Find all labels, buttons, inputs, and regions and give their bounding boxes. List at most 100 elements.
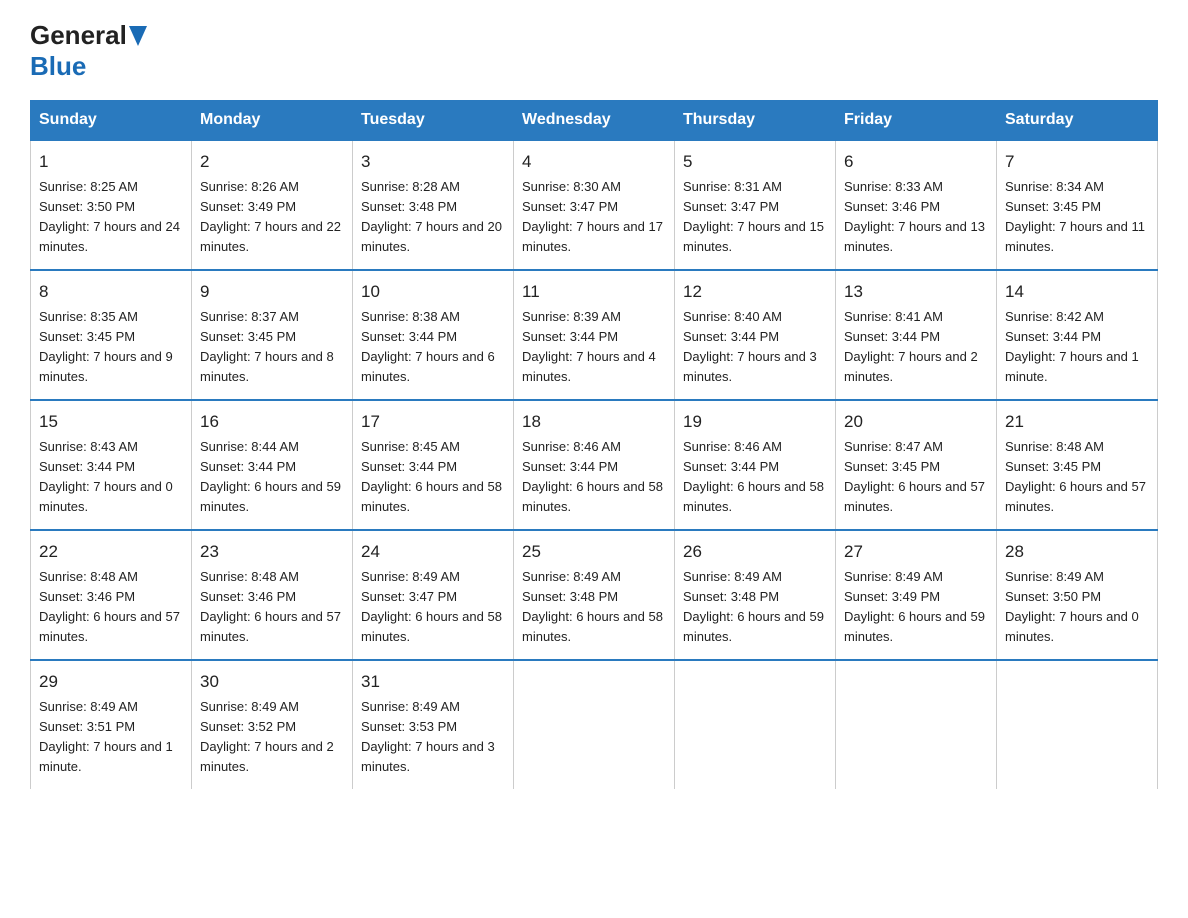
day-number: 5 <box>683 149 827 175</box>
calendar-cell: 14 Sunrise: 8:42 AMSunset: 3:44 PMDayligh… <box>997 270 1158 400</box>
calendar-cell: 18 Sunrise: 8:46 AMSunset: 3:44 PMDayligh… <box>514 400 675 530</box>
logo: General Blue <box>30 20 147 82</box>
logo-general-text: General <box>30 20 127 51</box>
week-row-1: 1Sunrise: 8:25 AMSunset: 3:50 PMDaylight… <box>31 140 1158 270</box>
day-number: 30 <box>200 669 344 695</box>
calendar-cell: 20 Sunrise: 8:47 AMSunset: 3:45 PMDayligh… <box>836 400 997 530</box>
day-info: Sunrise: 8:37 AMSunset: 3:45 PMDaylight:… <box>200 309 334 384</box>
calendar-cell: 12Sunrise: 8:40 AMSunset: 3:44 PMDayligh… <box>675 270 836 400</box>
weekday-header-thursday: Thursday <box>675 101 836 141</box>
day-info: Sunrise: 8:33 AMSunset: 3:46 PMDaylight:… <box>844 179 985 254</box>
day-number: 26 <box>683 539 827 565</box>
calendar-cell <box>675 660 836 789</box>
page-header: General Blue <box>30 20 1158 82</box>
calendar-cell <box>836 660 997 789</box>
day-number: 2 <box>200 149 344 175</box>
calendar-cell: 21 Sunrise: 8:48 AMSunset: 3:45 PMDayligh… <box>997 400 1158 530</box>
day-number: 7 <box>1005 149 1149 175</box>
calendar-cell: 28 Sunrise: 8:49 AMSunset: 3:50 PMDayligh… <box>997 530 1158 660</box>
calendar-cell: 4Sunrise: 8:30 AMSunset: 3:47 PMDaylight… <box>514 140 675 270</box>
day-number: 15 <box>39 409 183 435</box>
day-info: Sunrise: 8:26 AMSunset: 3:49 PMDaylight:… <box>200 179 341 254</box>
day-number: 14 <box>1005 279 1149 305</box>
week-row-3: 15 Sunrise: 8:43 AMSunset: 3:44 PMDayligh… <box>31 400 1158 530</box>
calendar-cell: 5 Sunrise: 8:31 AMSunset: 3:47 PMDaylight… <box>675 140 836 270</box>
day-info: Sunrise: 8:49 AMSunset: 3:51 PMDaylight:… <box>39 699 173 774</box>
calendar-cell: 27 Sunrise: 8:49 AMSunset: 3:49 PMDayligh… <box>836 530 997 660</box>
calendar-cell: 22 Sunrise: 8:48 AMSunset: 3:46 PMDayligh… <box>31 530 192 660</box>
day-number: 6 <box>844 149 988 175</box>
calendar-cell: 31Sunrise: 8:49 AMSunset: 3:53 PMDayligh… <box>353 660 514 789</box>
calendar-cell: 30 Sunrise: 8:49 AMSunset: 3:52 PMDayligh… <box>192 660 353 789</box>
day-info: Sunrise: 8:49 AMSunset: 3:48 PMDaylight:… <box>683 569 824 644</box>
day-info: Sunrise: 8:41 AMSunset: 3:44 PMDaylight:… <box>844 309 978 384</box>
day-info: Sunrise: 8:49 AMSunset: 3:52 PMDaylight:… <box>200 699 334 774</box>
calendar-cell: 16 Sunrise: 8:44 AMSunset: 3:44 PMDayligh… <box>192 400 353 530</box>
day-number: 29 <box>39 669 183 695</box>
logo-blue-text: Blue <box>30 51 86 82</box>
calendar-cell: 1Sunrise: 8:25 AMSunset: 3:50 PMDaylight… <box>31 140 192 270</box>
day-number: 27 <box>844 539 988 565</box>
day-number: 19 <box>683 409 827 435</box>
day-number: 10 <box>361 279 505 305</box>
calendar-cell: 23 Sunrise: 8:48 AMSunset: 3:46 PMDayligh… <box>192 530 353 660</box>
week-row-4: 22 Sunrise: 8:48 AMSunset: 3:46 PMDayligh… <box>31 530 1158 660</box>
calendar-cell <box>997 660 1158 789</box>
day-info: Sunrise: 8:49 AMSunset: 3:49 PMDaylight:… <box>844 569 985 644</box>
day-info: Sunrise: 8:42 AMSunset: 3:44 PMDaylight:… <box>1005 309 1139 384</box>
weekday-header-tuesday: Tuesday <box>353 101 514 141</box>
calendar-cell: 19Sunrise: 8:46 AMSunset: 3:44 PMDayligh… <box>675 400 836 530</box>
day-number: 21 <box>1005 409 1149 435</box>
calendar-cell: 8Sunrise: 8:35 AMSunset: 3:45 PMDaylight… <box>31 270 192 400</box>
day-number: 9 <box>200 279 344 305</box>
day-info: Sunrise: 8:49 AMSunset: 3:50 PMDaylight:… <box>1005 569 1139 644</box>
calendar-cell <box>514 660 675 789</box>
calendar-cell: 29 Sunrise: 8:49 AMSunset: 3:51 PMDayligh… <box>31 660 192 789</box>
weekday-header-wednesday: Wednesday <box>514 101 675 141</box>
day-number: 25 <box>522 539 666 565</box>
week-row-5: 29 Sunrise: 8:49 AMSunset: 3:51 PMDayligh… <box>31 660 1158 789</box>
day-info: Sunrise: 8:45 AMSunset: 3:44 PMDaylight:… <box>361 439 502 514</box>
day-info: Sunrise: 8:43 AMSunset: 3:44 PMDaylight:… <box>39 439 173 514</box>
day-info: Sunrise: 8:49 AMSunset: 3:48 PMDaylight:… <box>522 569 663 644</box>
day-number: 11 <box>522 279 666 305</box>
day-info: Sunrise: 8:40 AMSunset: 3:44 PMDaylight:… <box>683 309 817 384</box>
day-number: 23 <box>200 539 344 565</box>
day-number: 28 <box>1005 539 1149 565</box>
day-number: 4 <box>522 149 666 175</box>
calendar-cell: 9 Sunrise: 8:37 AMSunset: 3:45 PMDaylight… <box>192 270 353 400</box>
day-number: 22 <box>39 539 183 565</box>
day-number: 16 <box>200 409 344 435</box>
day-number: 17 <box>361 409 505 435</box>
day-number: 31 <box>361 669 505 695</box>
day-info: Sunrise: 8:44 AMSunset: 3:44 PMDaylight:… <box>200 439 341 514</box>
day-number: 24 <box>361 539 505 565</box>
day-number: 8 <box>39 279 183 305</box>
day-info: Sunrise: 8:48 AMSunset: 3:45 PMDaylight:… <box>1005 439 1146 514</box>
weekday-header-sunday: Sunday <box>31 101 192 141</box>
calendar-cell: 13 Sunrise: 8:41 AMSunset: 3:44 PMDayligh… <box>836 270 997 400</box>
day-info: Sunrise: 8:48 AMSunset: 3:46 PMDaylight:… <box>39 569 180 644</box>
weekday-header-row: SundayMondayTuesdayWednesdayThursdayFrid… <box>31 101 1158 141</box>
calendar-table: SundayMondayTuesdayWednesdayThursdayFrid… <box>30 100 1158 789</box>
calendar-cell: 15 Sunrise: 8:43 AMSunset: 3:44 PMDayligh… <box>31 400 192 530</box>
calendar-cell: 17 Sunrise: 8:45 AMSunset: 3:44 PMDayligh… <box>353 400 514 530</box>
day-number: 20 <box>844 409 988 435</box>
day-info: Sunrise: 8:39 AMSunset: 3:44 PMDaylight:… <box>522 309 656 384</box>
day-info: Sunrise: 8:49 AMSunset: 3:47 PMDaylight:… <box>361 569 502 644</box>
day-number: 18 <box>522 409 666 435</box>
day-info: Sunrise: 8:47 AMSunset: 3:45 PMDaylight:… <box>844 439 985 514</box>
week-row-2: 8Sunrise: 8:35 AMSunset: 3:45 PMDaylight… <box>31 270 1158 400</box>
day-info: Sunrise: 8:38 AMSunset: 3:44 PMDaylight:… <box>361 309 495 384</box>
day-number: 13 <box>844 279 988 305</box>
calendar-cell: 26 Sunrise: 8:49 AMSunset: 3:48 PMDayligh… <box>675 530 836 660</box>
weekday-header-monday: Monday <box>192 101 353 141</box>
logo-arrow-icon <box>129 26 147 48</box>
day-number: 3 <box>361 149 505 175</box>
day-info: Sunrise: 8:46 AMSunset: 3:44 PMDaylight:… <box>522 439 663 514</box>
calendar-cell: 6 Sunrise: 8:33 AMSunset: 3:46 PMDaylight… <box>836 140 997 270</box>
day-info: Sunrise: 8:48 AMSunset: 3:46 PMDaylight:… <box>200 569 341 644</box>
day-info: Sunrise: 8:31 AMSunset: 3:47 PMDaylight:… <box>683 179 824 254</box>
calendar-cell: 3 Sunrise: 8:28 AMSunset: 3:48 PMDaylight… <box>353 140 514 270</box>
day-info: Sunrise: 8:28 AMSunset: 3:48 PMDaylight:… <box>361 179 502 254</box>
